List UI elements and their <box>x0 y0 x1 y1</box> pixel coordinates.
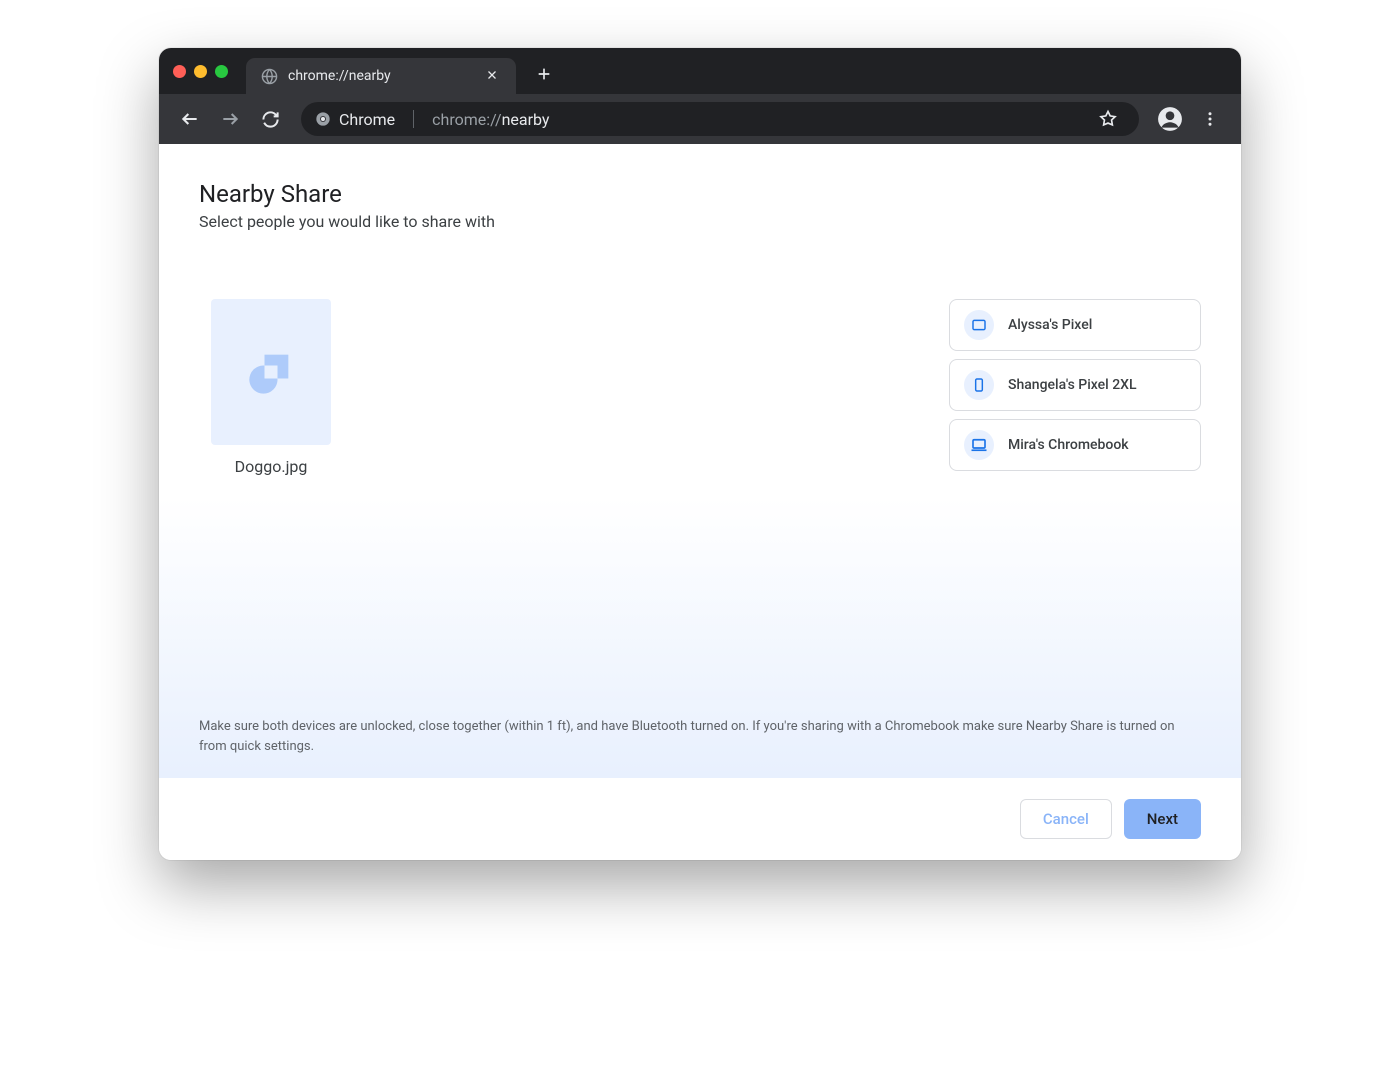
main-area: Nearby Share Select people you would lik… <box>159 144 1241 778</box>
chrome-icon <box>315 111 331 127</box>
device-name: Mira's Chromebook <box>1008 437 1129 453</box>
laptop-icon <box>964 430 994 460</box>
info-text: Make sure both devices are unlocked, clo… <box>199 717 1199 756</box>
window-maximize-button[interactable] <box>215 65 228 78</box>
window-minimize-button[interactable] <box>194 65 207 78</box>
cancel-button[interactable]: Cancel <box>1020 799 1112 839</box>
back-button[interactable] <box>173 102 207 136</box>
device-name: Alyssa's Pixel <box>1008 317 1092 333</box>
menu-button[interactable] <box>1193 102 1227 136</box>
bookmark-star-icon[interactable] <box>1091 102 1125 136</box>
browser-window: chrome://nearby Chrome chrome://nea <box>159 48 1241 860</box>
device-list: Alyssa's Pixel Shangela's Pixel 2XL Mira… <box>949 299 1201 476</box>
device-name: Shangela's Pixel 2XL <box>1008 377 1137 393</box>
page-content: Nearby Share Select people you would lik… <box>159 144 1241 860</box>
file-thumbnail <box>211 299 331 445</box>
new-tab-button[interactable] <box>530 60 558 88</box>
page-subtitle: Select people you would like to share wi… <box>199 212 1201 231</box>
device-item[interactable]: Alyssa's Pixel <box>949 299 1201 351</box>
globe-icon <box>260 67 278 85</box>
tab-bar: chrome://nearby <box>159 48 1241 94</box>
next-button[interactable]: Next <box>1124 799 1201 839</box>
separator <box>413 110 414 128</box>
footer: Cancel Next <box>159 778 1241 860</box>
browser-toolbar: Chrome chrome://nearby <box>159 94 1241 144</box>
window-controls <box>173 65 228 78</box>
url-path: nearby <box>502 110 550 129</box>
tablet-icon <box>964 310 994 340</box>
device-item[interactable]: Shangela's Pixel 2XL <box>949 359 1201 411</box>
device-item[interactable]: Mira's Chromebook <box>949 419 1201 471</box>
browser-tab[interactable]: chrome://nearby <box>246 58 516 94</box>
share-body: Doggo.jpg Alyssa's Pixel Shangela's Pixe… <box>199 299 1201 476</box>
image-placeholder-icon <box>245 346 297 398</box>
omnibox-chip-label: Chrome <box>339 110 395 129</box>
info-banner: Make sure both devices are unlocked, clo… <box>159 498 1241 778</box>
profile-avatar-button[interactable] <box>1153 102 1187 136</box>
forward-button[interactable] <box>213 102 247 136</box>
omnibox[interactable]: Chrome chrome://nearby <box>301 102 1139 136</box>
omnibox-url: chrome://nearby <box>432 110 549 129</box>
close-tab-button[interactable] <box>482 65 502 87</box>
tab-title: chrome://nearby <box>288 68 391 84</box>
page-title: Nearby Share <box>199 180 1201 208</box>
omnibox-chip: Chrome <box>315 110 395 129</box>
file-preview: Doggo.jpg <box>211 299 331 476</box>
reload-button[interactable] <box>253 102 287 136</box>
phone-icon <box>964 370 994 400</box>
window-close-button[interactable] <box>173 65 186 78</box>
url-scheme: chrome:// <box>432 110 501 129</box>
file-name: Doggo.jpg <box>211 457 331 476</box>
